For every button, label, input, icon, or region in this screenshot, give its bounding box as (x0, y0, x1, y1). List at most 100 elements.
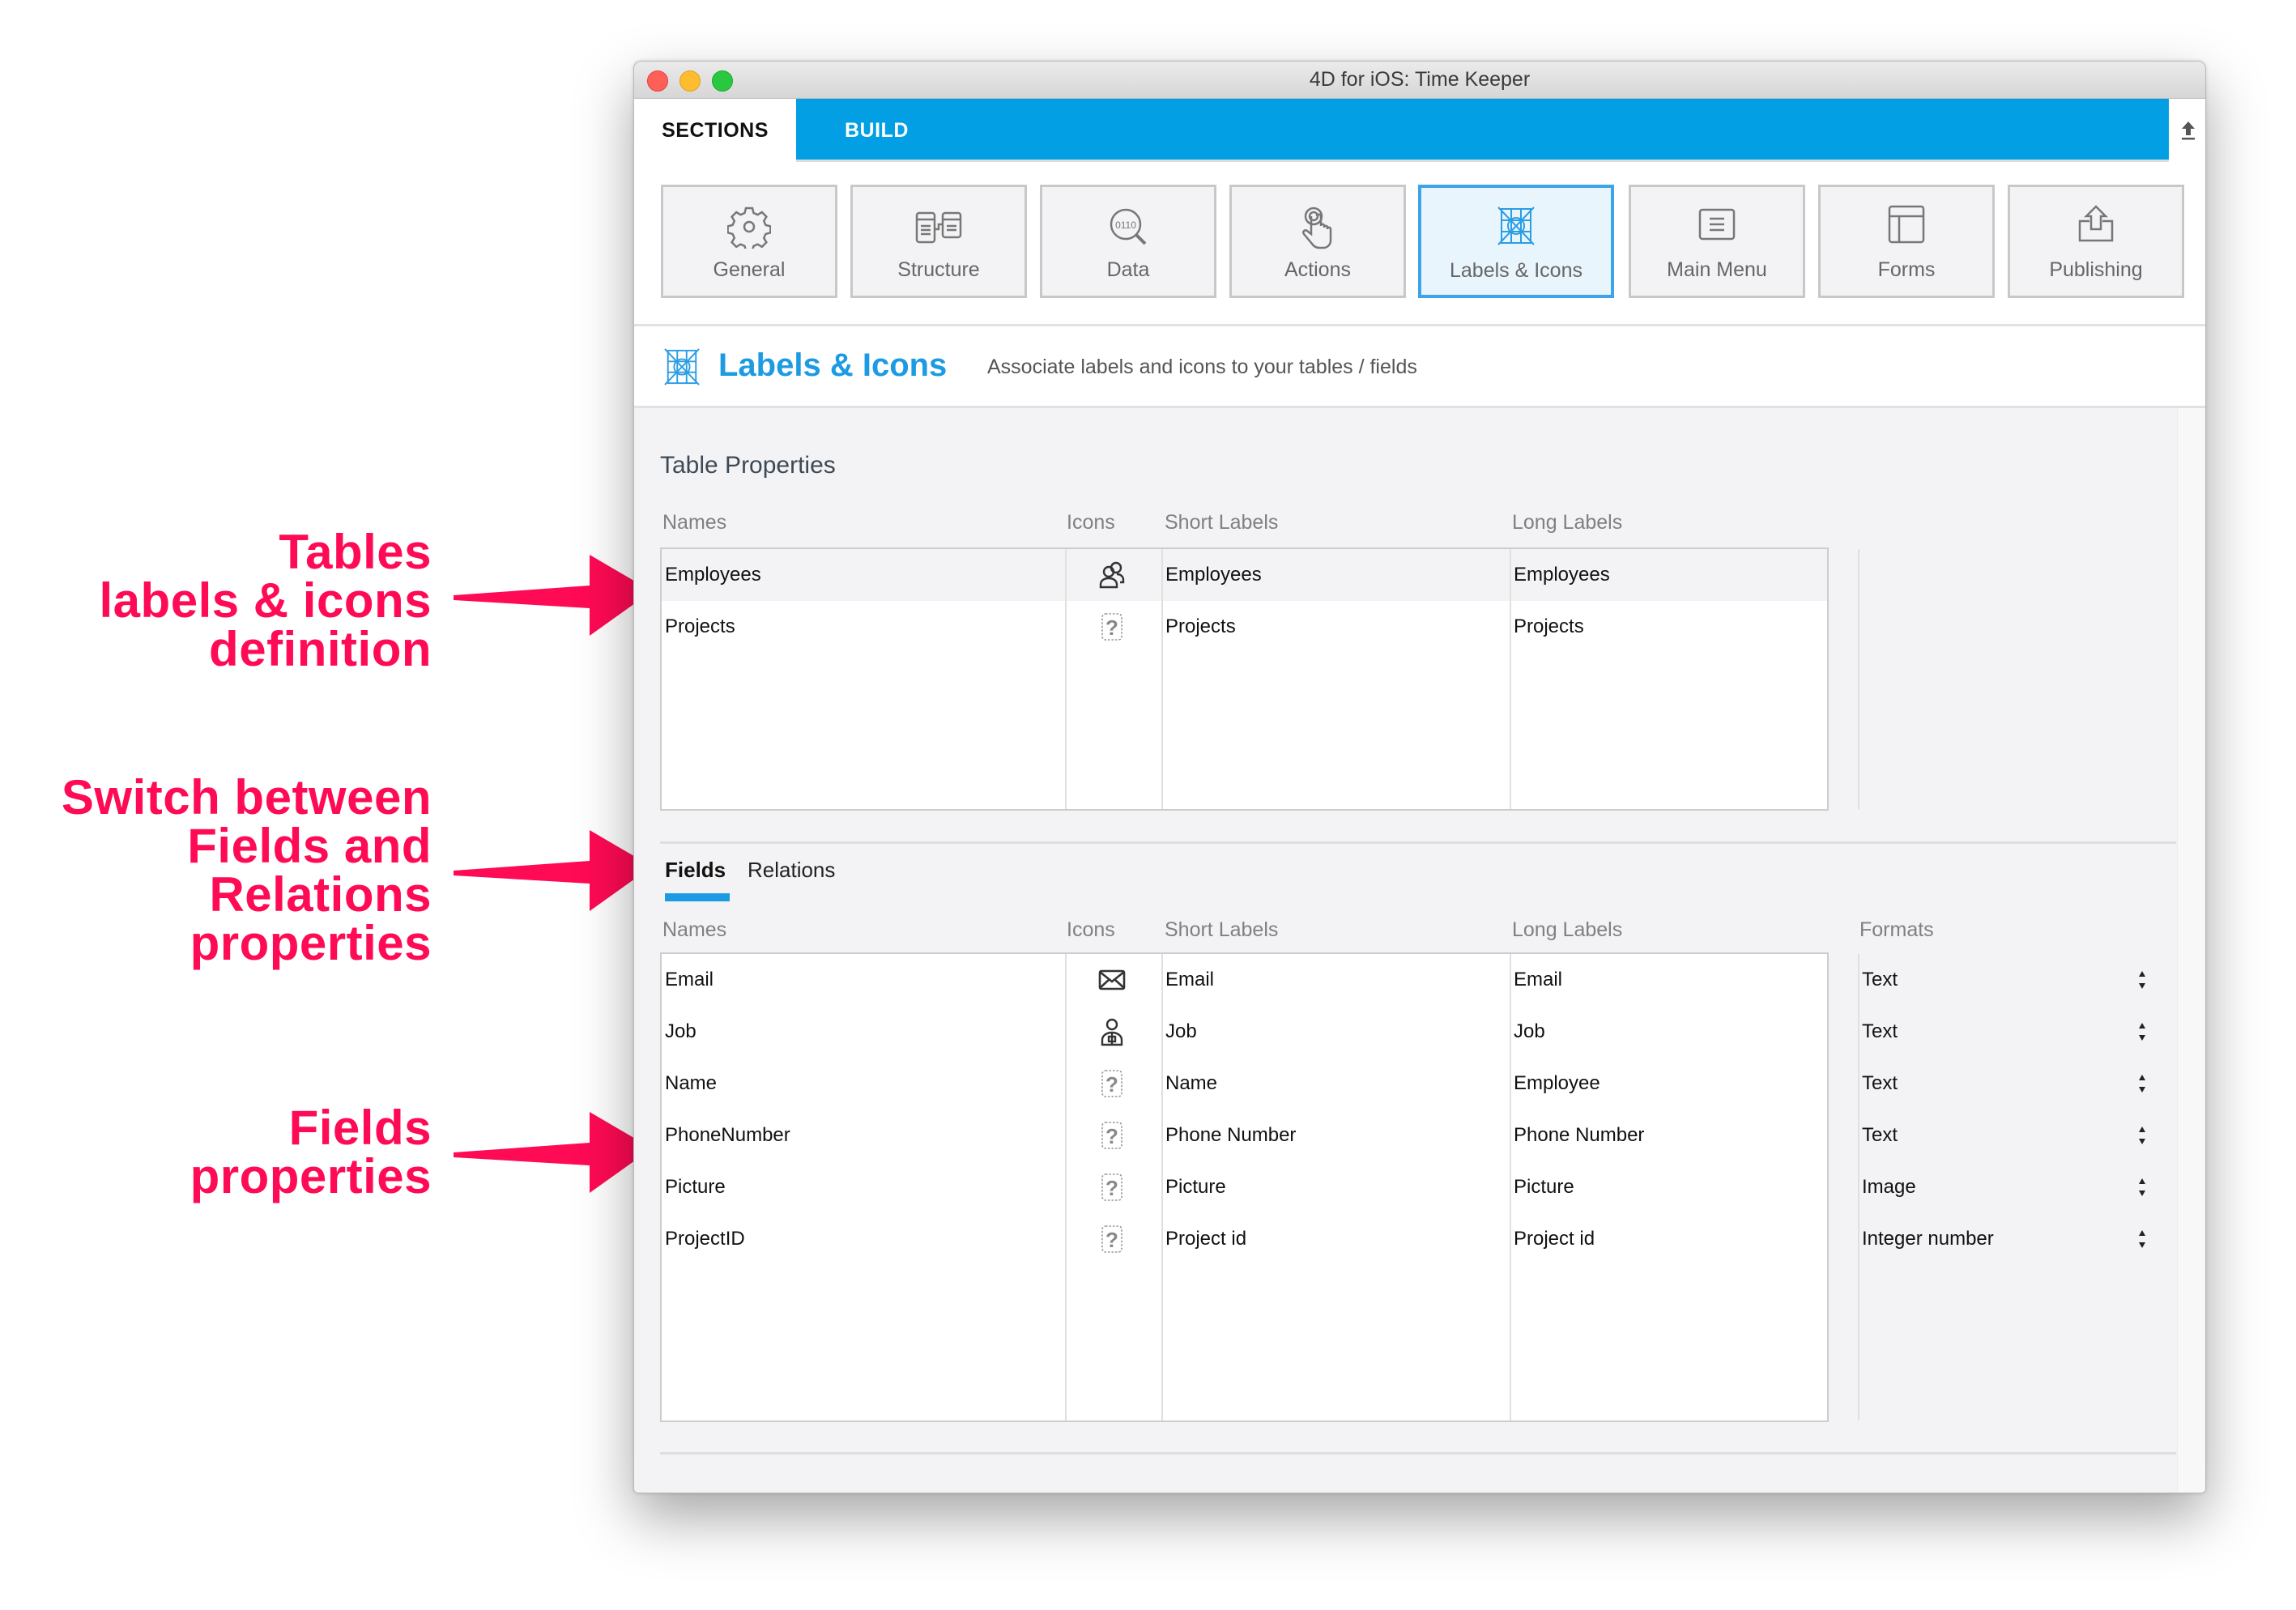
unknown-icon[interactable]: ? (1096, 611, 1128, 643)
section-divider (660, 841, 2176, 844)
field-row[interactable]: ProjectID? Project id Project id Integer nu… (662, 1213, 2145, 1265)
table-row[interactable]: Employees Employees Employees (662, 549, 1827, 601)
svg-text:?: ? (1105, 1228, 1118, 1252)
select-arrows-icon[interactable] (2137, 1020, 2147, 1043)
short-label-cell[interactable]: Employees (1165, 549, 1262, 601)
vertical-scrollbar[interactable] (2177, 408, 2205, 1493)
section-main-menu-button[interactable]: Main Menu (1629, 185, 1805, 298)
field-row[interactable]: Name? Name Employee Text (662, 1058, 2145, 1110)
annotation-line: Switch between (61, 770, 432, 824)
field-row[interactable]: PhoneNumber? Phone Number Phone Number Text (662, 1110, 2145, 1161)
unknown-icon[interactable]: ? (1096, 1223, 1128, 1255)
column-header-icons: Icons (1067, 511, 1115, 534)
short-label-cell[interactable]: Job (1165, 1006, 1197, 1058)
unknown-icon[interactable]: ? (1096, 1171, 1128, 1203)
data-search-icon: 0110 (1110, 208, 1147, 245)
field-name-cell: Email (665, 969, 714, 990)
menu-icon (1698, 208, 1736, 241)
column-divider (1065, 549, 1067, 809)
annotation-line: Relations (209, 867, 432, 922)
column-header-short-labels: Short Labels (1165, 511, 1279, 534)
structure-icon (915, 211, 962, 244)
format-select[interactable]: Image (1862, 1161, 2149, 1213)
field-name-cell: Job (665, 1020, 696, 1042)
svg-text:0110: 0110 (1115, 219, 1136, 231)
tables-grid: Employees Employees Employees Projects ?… (660, 547, 1859, 811)
long-label-cell[interactable]: Email (1514, 954, 1562, 1006)
short-label-cell[interactable]: Projects (1165, 601, 1236, 653)
users-icon[interactable] (1096, 559, 1128, 591)
column-divider (1065, 954, 1067, 1420)
format-select[interactable]: Integer number (1862, 1213, 2149, 1265)
long-label-cell[interactable]: Projects (1514, 601, 1584, 653)
field-row[interactable]: Job Job Job Text (662, 1006, 2145, 1058)
short-label-cell[interactable]: Name (1165, 1058, 1217, 1110)
app-window: 4D for iOS: Time Keeper SECTIONS BUILD G… (633, 61, 2206, 1493)
section-labels-icons-button[interactable]: Labels & Icons (1418, 185, 1614, 298)
svg-text:?: ? (1105, 1176, 1118, 1200)
long-label-cell[interactable]: Project id (1514, 1213, 1595, 1265)
section-actions-button[interactable]: Actions (1229, 185, 1406, 298)
select-arrows-icon[interactable] (2137, 1072, 2147, 1095)
annotation-arrow-icon (454, 555, 652, 636)
fields-grid: Email Email Email Text Job Job Job Text Name? Nam… (660, 952, 2145, 1422)
section-label: Main Menu (1667, 258, 1767, 281)
annotation-line: definition (209, 622, 432, 676)
tab-build[interactable]: BUILD (845, 99, 909, 162)
field-name-cell: PhoneNumber (665, 1124, 790, 1146)
select-arrows-icon[interactable] (2137, 1176, 2147, 1199)
svg-text:?: ? (1105, 1124, 1118, 1148)
select-arrows-icon[interactable] (2137, 1228, 2147, 1250)
envelope-icon[interactable] (1096, 964, 1128, 996)
column-header-formats: Formats (1859, 918, 1934, 941)
table-name-cell: Projects (665, 615, 735, 637)
format-select[interactable]: Text (1862, 1058, 2149, 1110)
section-general-button[interactable]: General (661, 185, 837, 298)
table-row[interactable]: Projects ? Projects Projects (662, 601, 1827, 653)
format-value: Text (1862, 1072, 1898, 1094)
short-label-cell[interactable]: Picture (1165, 1161, 1226, 1213)
field-name-cell: Picture (665, 1176, 726, 1198)
tab-relations[interactable]: Relations (748, 858, 835, 883)
format-select[interactable]: Text (1862, 1110, 2149, 1161)
short-label-cell[interactable]: Project id (1165, 1213, 1246, 1265)
section-publishing-button[interactable]: Publishing (2008, 185, 2184, 298)
format-select[interactable]: Text (1862, 1006, 2149, 1058)
select-arrows-icon[interactable] (2137, 1124, 2147, 1147)
column-header-long-labels: Long Labels (1512, 511, 1623, 534)
short-label-cell[interactable]: Phone Number (1165, 1110, 1296, 1161)
column-header-names: Names (662, 918, 727, 941)
format-select[interactable]: Text (1862, 954, 2149, 1006)
unknown-icon[interactable]: ? (1096, 1067, 1128, 1100)
tab-fields[interactable]: Fields (665, 858, 726, 883)
touch-icon (1302, 207, 1332, 249)
section-label: Data (1106, 258, 1150, 281)
column-divider (1858, 549, 1859, 809)
active-tab-indicator (665, 893, 730, 901)
tab-sections[interactable]: SECTIONS (634, 99, 796, 162)
short-label-cell[interactable]: Email (1165, 954, 1214, 1006)
field-row[interactable]: Picture? Picture Picture Image (662, 1161, 2145, 1213)
column-divider (1858, 954, 1859, 1420)
worker-icon[interactable] (1096, 1016, 1128, 1048)
section-label: General (713, 258, 786, 281)
long-label-cell[interactable]: Picture (1514, 1161, 1574, 1213)
tab-build-band: BUILD (796, 99, 2169, 162)
long-label-cell[interactable]: Employees (1514, 549, 1610, 601)
upload-icon[interactable] (2179, 118, 2197, 143)
field-row[interactable]: Email Email Email Text (662, 954, 2145, 1006)
section-forms-button[interactable]: Forms (1818, 185, 1995, 298)
long-label-cell[interactable]: Job (1514, 1006, 1545, 1058)
column-divider (1161, 549, 1163, 809)
annotation-arrow-icon (454, 830, 652, 911)
long-label-cell[interactable]: Phone Number (1514, 1110, 1644, 1161)
section-data-button[interactable]: 0110 Data (1040, 185, 1216, 298)
labels-icons-icon (1497, 207, 1535, 245)
title-bar: 4D for iOS: Time Keeper (634, 62, 2205, 99)
unknown-icon[interactable]: ? (1096, 1119, 1128, 1152)
section-label: Structure (897, 258, 980, 281)
long-label-cell[interactable]: Employee (1514, 1058, 1600, 1110)
format-value: Text (1862, 969, 1898, 990)
select-arrows-icon[interactable] (2137, 969, 2147, 991)
section-structure-button[interactable]: Structure (850, 185, 1027, 298)
